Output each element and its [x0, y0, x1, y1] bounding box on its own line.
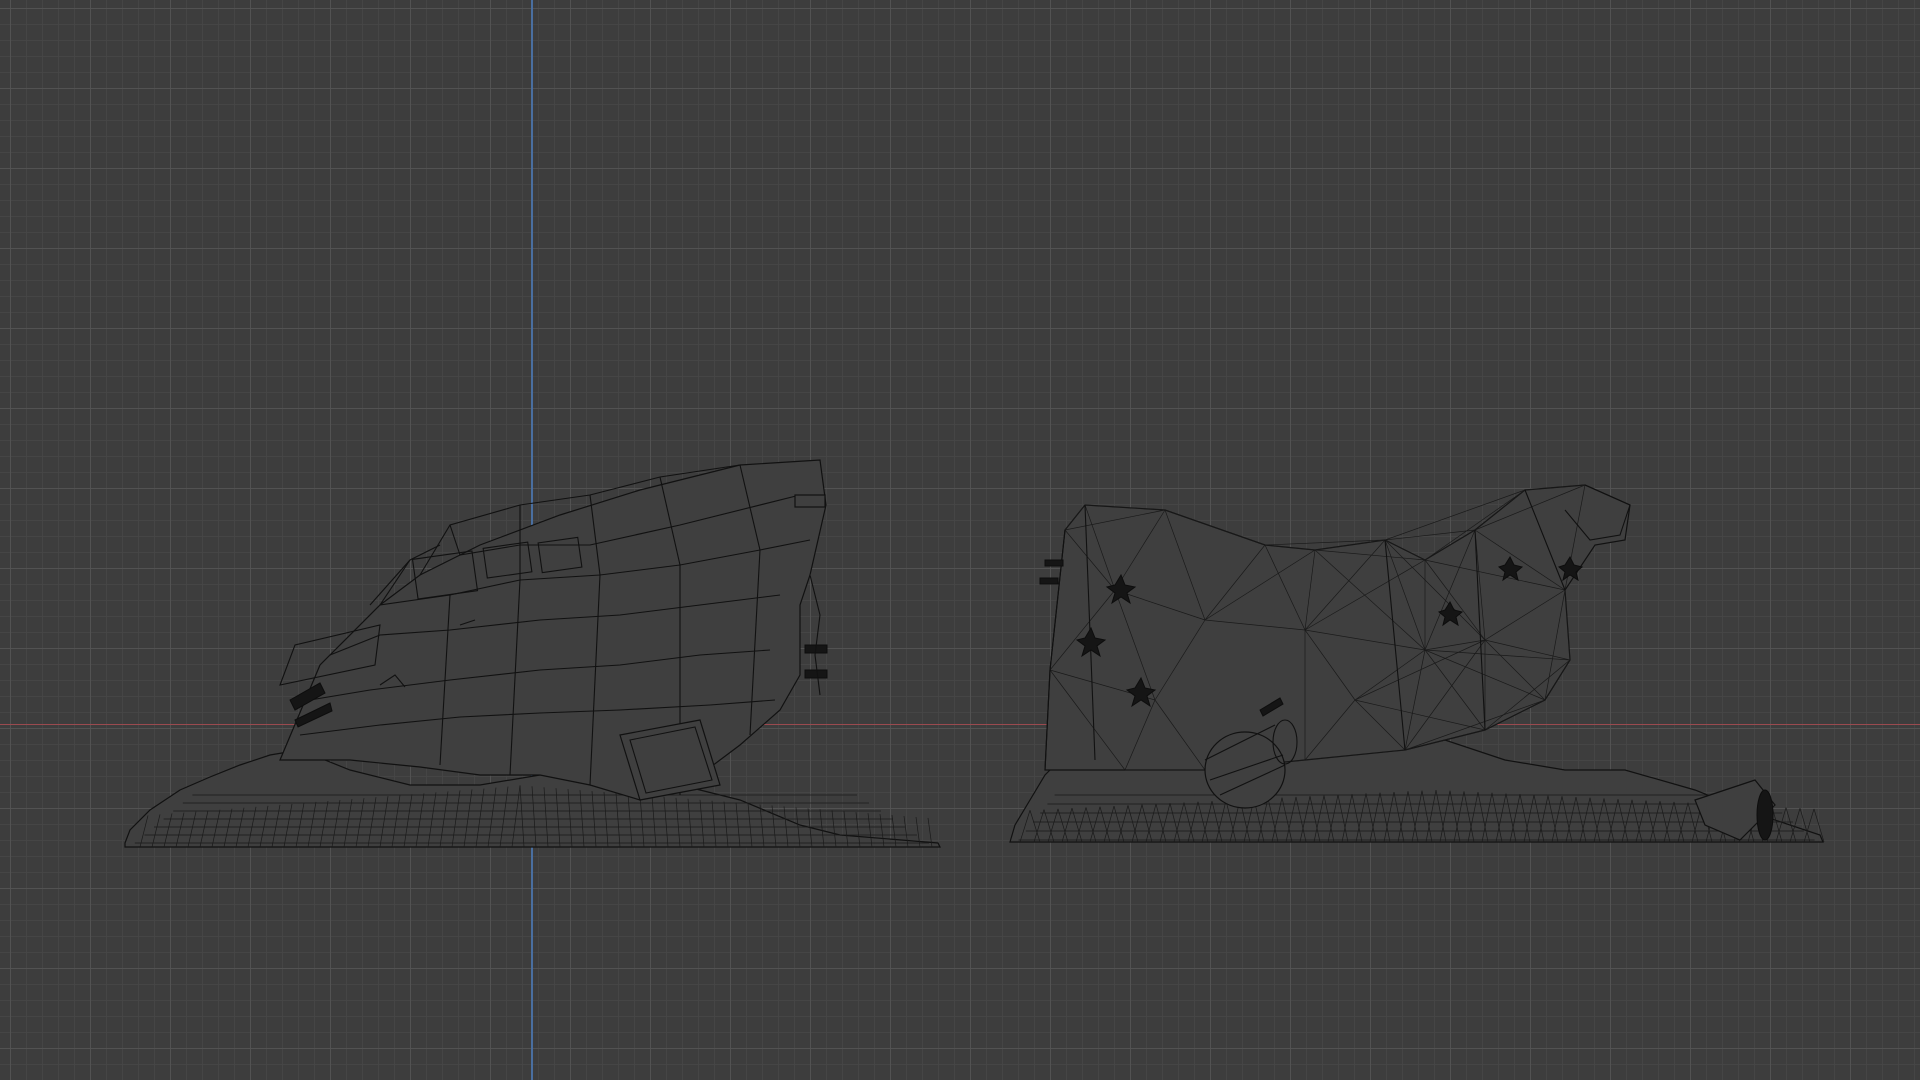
- 3d-viewport[interactable]: [0, 0, 1920, 1080]
- left-wireframe-model[interactable]: [120, 455, 950, 850]
- right-wireframe-model[interactable]: [1005, 470, 1835, 850]
